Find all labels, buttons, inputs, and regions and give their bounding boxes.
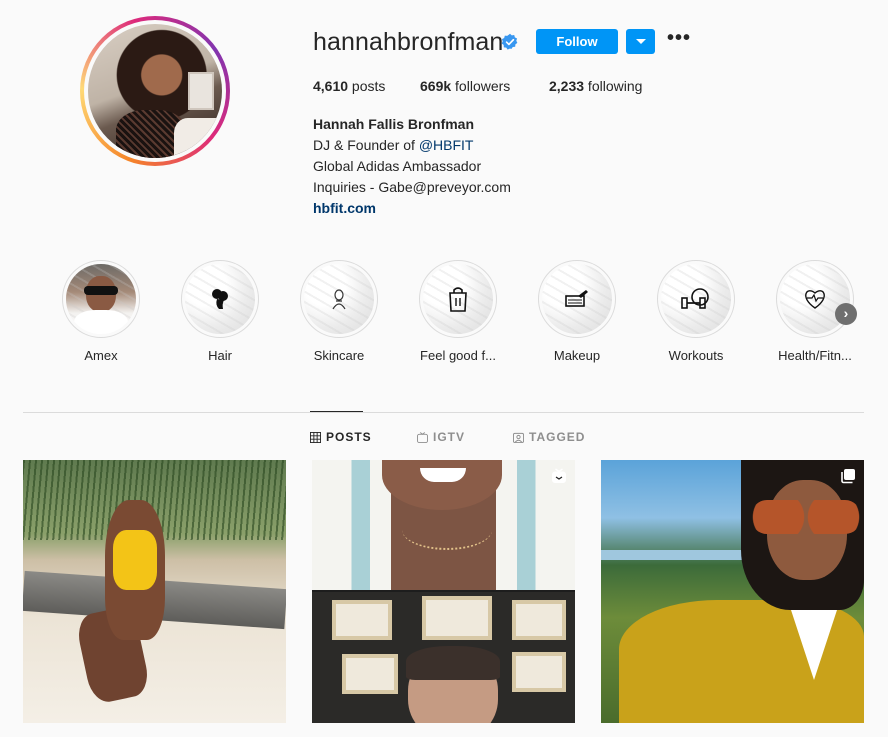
highlight-makeup[interactable]: Makeup [532,260,622,363]
highlight-label: Makeup [553,348,601,363]
highlight-label: Feel good f... [420,348,496,363]
highlight-feel-good[interactable]: Feel good f... [413,260,503,363]
tortoiseshell-sunglasses [751,500,861,534]
igtv-icon [552,468,566,483]
highlight-hair[interactable]: Hair [175,260,265,363]
stat-followers[interactable]: 669k followers [420,78,510,94]
hair-silhouette-icon [212,289,228,309]
igtv-icon [417,431,428,443]
shopping-bag-icon [449,287,467,312]
tab-label: POSTS [326,430,372,444]
post-thumbnail[interactable] [23,460,286,723]
highlight-workouts[interactable]: Workouts [651,260,741,363]
tab-igtv[interactable]: IGTV [417,430,465,444]
bio-line-3: Inquiries - Gabe@preveyor.com [313,179,511,195]
avatar-background-shelf [188,72,214,110]
profile-full-name: Hannah Fallis Bronfman [313,116,475,132]
stat-following[interactable]: 2,233 following [549,78,642,94]
verified-badge-icon [501,33,518,50]
stat-posts: 4,610 posts [313,78,385,94]
highlight-label: Workouts [668,348,724,363]
heart-pulse-icon [805,290,825,309]
profile-website-link[interactable]: hbfit.com [313,198,511,219]
followers-count: 669k [420,78,452,94]
tab-label: TAGGED [529,430,586,444]
posts-count: 4,610 [313,78,349,94]
post-thumbnail[interactable] [312,460,575,723]
yellow-swimsuit [113,530,157,590]
active-tab-indicator [310,411,363,412]
following-count: 2,233 [549,78,585,94]
posts-label: posts [348,78,386,94]
highlights-next-arrow-icon[interactable]: › [835,303,857,325]
tab-label: IGTV [433,430,466,444]
tab-posts[interactable]: POSTS [310,430,372,444]
tabs-divider [23,412,864,413]
bio-line-1: DJ & Founder of @HBFIT [313,135,511,156]
grid-icon [310,431,321,443]
makeup-icon [565,290,588,307]
highlight-cover-photo [66,264,136,334]
highlight-label: Hair [208,348,232,363]
more-options-icon[interactable]: ••• [667,28,691,51]
avatar-white-jacket [174,118,220,158]
carousel-icon [841,469,855,484]
bio-line-1-text: DJ & Founder of [313,137,419,153]
tab-tagged[interactable]: TAGGED [513,430,585,444]
highlight-label: Health/Fitn... [778,348,852,363]
bio-line-2: Global Adidas Ambassador [313,158,482,174]
bio-mention-link[interactable]: @HBFIT [419,137,474,153]
highlight-ring [62,260,140,338]
skincare-icon [332,289,346,310]
highlight-skincare[interactable]: Skincare [294,260,384,363]
profile-avatar[interactable] [88,24,222,158]
followers-label: followers [451,78,511,94]
follow-button[interactable]: Follow [536,29,618,54]
post-thumbnail[interactable] [601,460,864,723]
highlight-label: Skincare [313,348,365,363]
highlight-amex[interactable]: Amex [56,260,146,363]
profile-username: hannahbronfman [313,28,504,56]
dumbbell-icon [681,288,709,309]
suggested-accounts-dropdown-button[interactable] [626,29,655,54]
profile-bio: Hannah Fallis Bronfman DJ & Founder of @… [313,114,511,219]
tagged-icon [513,432,524,443]
highlight-label: Amex [84,348,118,363]
following-label: following [584,78,643,94]
